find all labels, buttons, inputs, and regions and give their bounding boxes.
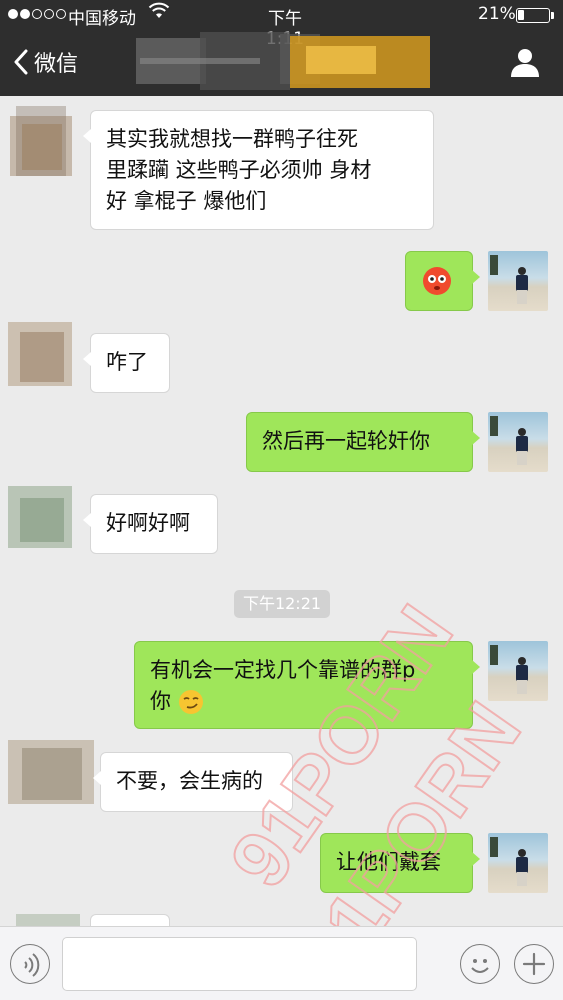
battery-percent: 21% <box>478 4 516 24</box>
avatar-self[interactable] <box>488 251 548 311</box>
avatar-contact[interactable] <box>10 908 86 926</box>
signal-strength-icon <box>8 9 66 19</box>
message-bubble-outgoing[interactable] <box>405 251 480 311</box>
carrier-label: 中国移动 <box>68 9 136 29</box>
wifi-icon <box>148 2 170 18</box>
smirk-face-emoji <box>178 690 203 714</box>
chevron-left-icon <box>14 49 28 75</box>
battery-icon <box>516 8 550 23</box>
battery-tip <box>551 12 554 19</box>
message-text: 好啊好啊 <box>106 511 190 535</box>
back-button[interactable]: 微信 <box>12 46 78 78</box>
plus-icon <box>522 952 546 976</box>
avatar-self[interactable] <box>488 412 548 472</box>
avatar-self[interactable] <box>488 641 548 701</box>
message-text: 里蹂躏 这些鸭子必须帅 身材 <box>106 158 372 182</box>
message-bubble-incoming[interactable]: 不要，会生病的 <box>93 752 293 812</box>
person-icon <box>518 49 532 63</box>
more-button[interactable] <box>514 944 554 984</box>
top-bar: 中国移动 下午1:11 21% 微信 <box>0 0 563 96</box>
message-bubble-incoming[interactable]: 好啊好啊 <box>83 494 218 554</box>
flushed-face-emoji <box>423 267 451 295</box>
message-text: 其实我就想找一群鸭子往死 <box>106 127 358 151</box>
redacted-title <box>136 32 430 90</box>
message-bubble-incoming[interactable]: 咋了 <box>83 333 170 393</box>
back-label: 微信 <box>34 52 79 77</box>
message-input[interactable] <box>62 937 417 991</box>
message-text: 你 <box>150 689 171 713</box>
emoji-face-icon <box>471 959 489 973</box>
chat-timestamp: 下午12:21 <box>234 590 330 618</box>
message-text: 不要，会生病的 <box>116 769 263 793</box>
message-bubble-incoming[interactable]: 其实我就想找一群鸭子往死 里蹂躏 这些鸭子必须帅 身材 好 拿棍子 爆他们 <box>83 110 434 230</box>
message-text: 咋了 <box>106 350 148 374</box>
avatar-contact[interactable] <box>2 104 78 182</box>
battery-level-fill <box>518 10 524 20</box>
status-bar: 中国移动 下午1:11 21% <box>0 0 563 49</box>
avatar-contact[interactable] <box>2 732 98 810</box>
message-text: 有机会一定找几个靠谱的群p <box>150 658 416 682</box>
message-text: 让他们戴套 <box>336 850 441 874</box>
emoji-button[interactable] <box>460 944 500 984</box>
avatar-contact[interactable] <box>2 476 78 554</box>
message-bubble-outgoing[interactable]: 让他们戴套 <box>320 833 480 893</box>
message-bubble-incoming-partial[interactable] <box>90 914 170 926</box>
avatar-contact[interactable] <box>2 314 78 392</box>
message-text: 然后再一起轮奸你 <box>262 429 430 453</box>
message-bubble-outgoing[interactable]: 然后再一起轮奸你 <box>246 412 480 472</box>
chat-history[interactable]: 其实我就想找一群鸭子往死 里蹂躏 这些鸭子必须帅 身材 好 拿棍子 爆他们 咋了… <box>0 96 563 926</box>
voice-icon <box>24 953 40 977</box>
message-bubble-outgoing[interactable]: 有机会一定找几个靠谱的群p 你 <box>134 641 480 729</box>
input-bar <box>0 926 563 1000</box>
message-text: 好 拿棍子 爆他们 <box>106 189 267 213</box>
chat-info-button[interactable] <box>508 46 542 78</box>
voice-button[interactable] <box>10 944 50 984</box>
avatar-self[interactable] <box>488 833 548 893</box>
